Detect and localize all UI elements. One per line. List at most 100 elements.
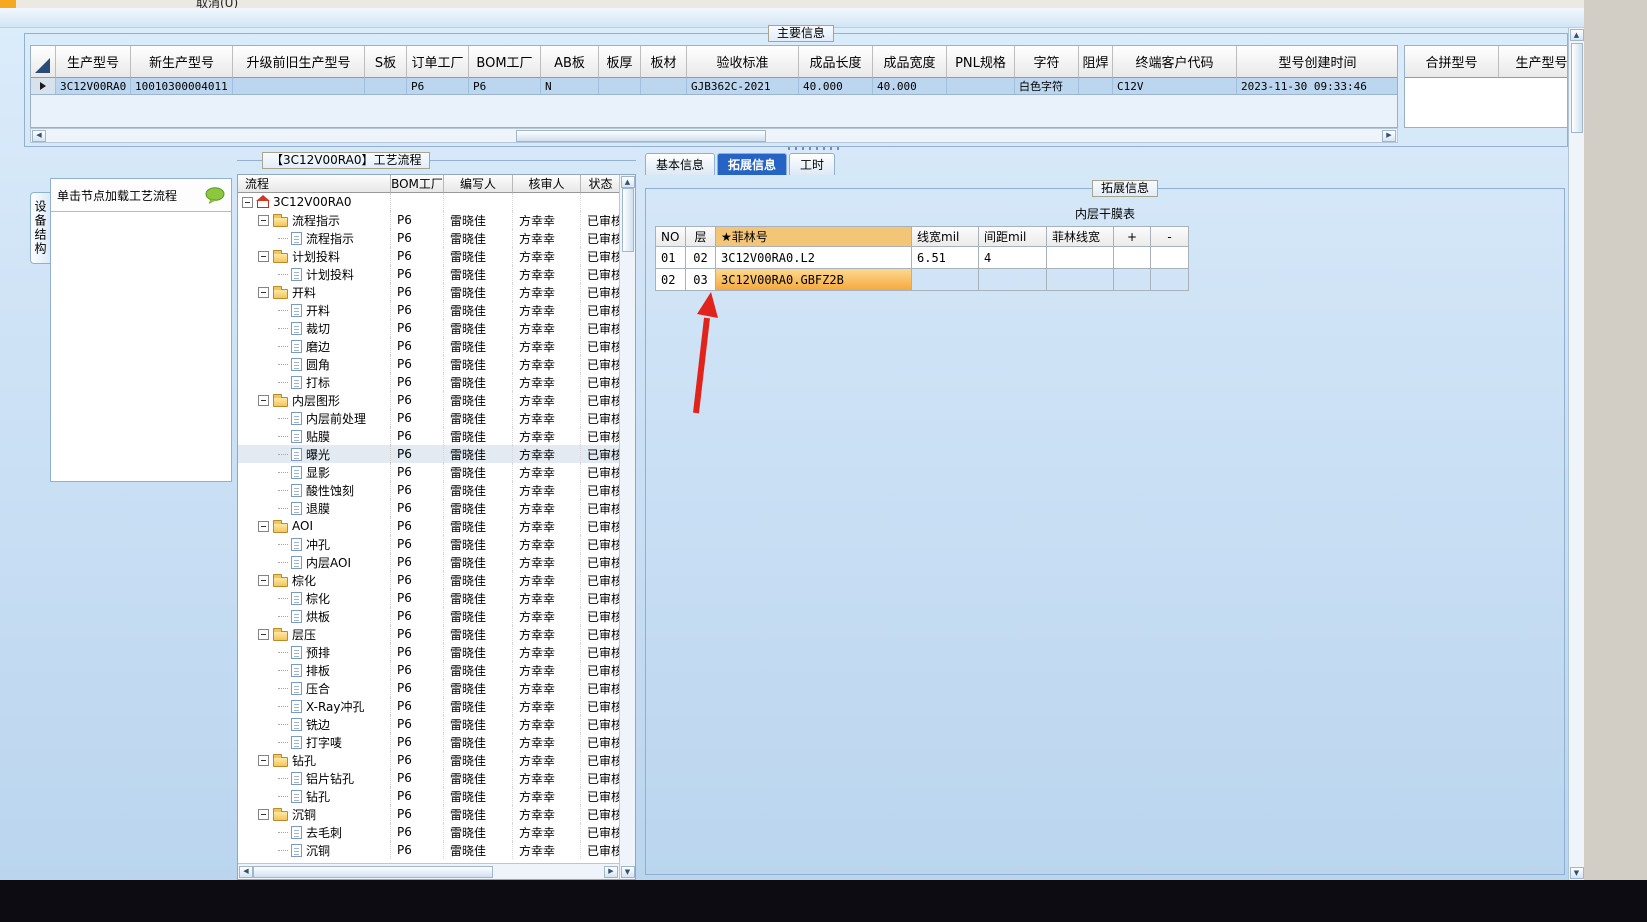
tree-node-leaf[interactable]: 显影 P6雷晓佳方幸幸已审核 (238, 463, 619, 481)
main-grid-col-header[interactable]: 型号创建时间 (1237, 46, 1397, 78)
tree-node-folder[interactable]: 计划投料 P6雷晓佳方幸幸已审核 (238, 247, 619, 265)
scroll-down-button[interactable] (1569, 867, 1584, 879)
side-grid-col-header[interactable]: 合拼型号 (1405, 46, 1499, 78)
main-grid-col-header[interactable]: 板材 (641, 46, 687, 78)
tree-node-leaf[interactable]: 钻孔 P6雷晓佳方幸幸已审核 (238, 787, 619, 805)
tree-node-leaf[interactable]: 打字唛 P6雷晓佳方幸幸已审核 (238, 733, 619, 751)
tree-node-folder[interactable]: 开料 P6雷晓佳方幸幸已审核 (238, 283, 619, 301)
tree-node-leaf[interactable]: 烘板 P6雷晓佳方幸幸已审核 (238, 607, 619, 625)
film-table-row[interactable]: 01 02 3C12V00RA0.L2 6.51 4 (656, 247, 1189, 269)
film-table-col-header[interactable]: NO (656, 227, 686, 247)
film-table-col-header[interactable]: ★菲林号 (716, 227, 912, 247)
main-grid-col-header[interactable]: 成品宽度 (873, 46, 947, 78)
main-grid-col-header[interactable]: S板 (365, 46, 407, 78)
tree-node-root[interactable]: 3C12V00RA0 (238, 193, 619, 211)
side-grid-col-header[interactable]: 生产型号 (1499, 46, 1567, 78)
collapse-icon[interactable] (258, 574, 269, 586)
film-table-row[interactable]: 02 03 3C12V00RA0.GBFZ2B (656, 269, 1189, 291)
scroll-up-button[interactable] (1569, 29, 1584, 41)
tree-node-leaf[interactable]: 铣边 P6雷晓佳方幸幸已审核 (238, 715, 619, 733)
main-grid-hscrollbar[interactable] (30, 128, 1398, 143)
collapse-icon[interactable] (258, 250, 269, 262)
tree-node-leaf[interactable]: 排板 P6雷晓佳方幸幸已审核 (238, 661, 619, 679)
tree-node-folder[interactable]: 层压 P6雷晓佳方幸幸已审核 (238, 625, 619, 643)
tab-equipment-structure[interactable]: 设备结构 (30, 192, 50, 264)
scroll-right-button[interactable] (1382, 129, 1396, 142)
tree-node-leaf[interactable]: 沉铜 P6雷晓佳方幸幸已审核 (238, 841, 619, 859)
main-grid-col-header[interactable]: 升级前旧生产型号 (233, 46, 365, 78)
tree-node-leaf[interactable]: 裁切 P6雷晓佳方幸幸已审核 (238, 319, 619, 337)
main-grid-col-header[interactable]: 验收标准 (687, 46, 799, 78)
tree-node-leaf[interactable]: 预排 P6雷晓佳方幸幸已审核 (238, 643, 619, 661)
main-grid-col-header[interactable]: AB板 (541, 46, 599, 78)
scroll-right-button[interactable] (604, 865, 618, 878)
film-table-col-header[interactable]: 间距mil (979, 227, 1047, 247)
tree-node-leaf[interactable]: 曝光 P6雷晓佳方幸幸已审核 (238, 445, 619, 463)
tree-col-header[interactable]: 编写人 (444, 175, 513, 193)
scroll-up-button[interactable] (620, 176, 635, 188)
film-table-col-header[interactable]: + (1114, 227, 1151, 247)
main-grid-col-header[interactable]: 阻焊 (1079, 46, 1113, 78)
tree-node-folder[interactable]: 沉铜 P6雷晓佳方幸幸已审核 (238, 805, 619, 823)
main-grid-col-header[interactable]: 终端客户代码 (1113, 46, 1237, 78)
collapse-icon[interactable] (258, 286, 269, 298)
menu-item-cancel[interactable]: 取消(U) (196, 0, 238, 8)
tree-node-leaf[interactable]: 压合 P6雷晓佳方幸幸已审核 (238, 679, 619, 697)
scroll-left-button[interactable] (239, 865, 253, 878)
tree-node-leaf[interactable]: 计划投料 P6雷晓佳方幸幸已审核 (238, 265, 619, 283)
film-table-col-header[interactable]: 线宽mil (912, 227, 979, 247)
tree-col-header[interactable]: 核审人 (513, 175, 581, 193)
main-grid-data-row[interactable]: 3C12V00RA0 10010300004011 P6 P6 N GJB362C-202… (31, 78, 1397, 95)
row-selector[interactable] (31, 78, 56, 94)
tree-node-leaf[interactable]: 酸性蚀刻 P6雷晓佳方幸幸已审核 (238, 481, 619, 499)
scroll-thumb[interactable] (1570, 43, 1583, 133)
main-grid-col-header[interactable]: BOM工厂 (469, 46, 541, 78)
select-all-corner[interactable] (31, 46, 56, 78)
collapse-icon[interactable] (258, 520, 269, 532)
tree-node-folder[interactable]: 内层图形 P6雷晓佳方幸幸已审核 (238, 391, 619, 409)
collapse-icon[interactable] (258, 754, 269, 766)
main-grid-col-header[interactable]: 订单工厂 (407, 46, 469, 78)
tree-node-leaf[interactable]: 内层AOI P6雷晓佳方幸幸已审核 (238, 553, 619, 571)
main-grid-col-header[interactable]: 生产型号 (56, 46, 131, 78)
tree-vscrollbar[interactable] (619, 175, 635, 879)
tree-node-leaf[interactable]: 流程指示 P6雷晓佳方幸幸已审核 (238, 229, 619, 247)
tree-node-leaf[interactable]: 去毛刺 P6雷晓佳方幸幸已审核 (238, 823, 619, 841)
scroll-left-button[interactable] (32, 129, 46, 142)
scroll-thumb[interactable] (621, 188, 634, 252)
main-grid-col-header[interactable]: 字符 (1015, 46, 1079, 78)
tree-node-leaf[interactable]: 棕化 P6雷晓佳方幸幸已审核 (238, 589, 619, 607)
scroll-thumb[interactable] (516, 129, 766, 142)
tree-node-leaf[interactable]: 退膜 P6雷晓佳方幸幸已审核 (238, 499, 619, 517)
scroll-thumb[interactable] (253, 865, 493, 878)
tree-node-folder[interactable]: 棕化 P6雷晓佳方幸幸已审核 (238, 571, 619, 589)
tree-node-leaf[interactable]: 圆角 P6雷晓佳方幸幸已审核 (238, 355, 619, 373)
tree-node-leaf[interactable]: 冲孔 P6雷晓佳方幸幸已审核 (238, 535, 619, 553)
tree-node-leaf[interactable]: 开料 P6雷晓佳方幸幸已审核 (238, 301, 619, 319)
tree-node-leaf[interactable]: X-Ray冲孔 P6雷晓佳方幸幸已审核 (238, 697, 619, 715)
tree-col-header[interactable]: BOM工厂 (391, 175, 444, 193)
tree-node-leaf[interactable]: 打标 P6雷晓佳方幸幸已审核 (238, 373, 619, 391)
collapse-icon[interactable] (258, 628, 269, 640)
collapse-icon[interactable] (258, 808, 269, 820)
collapse-icon[interactable] (242, 196, 253, 208)
film-table-col-header[interactable]: - (1151, 227, 1189, 247)
main-grid-col-header[interactable]: 新生产型号 (131, 46, 233, 78)
tree-node-leaf[interactable]: 内层前处理 P6雷晓佳方幸幸已审核 (238, 409, 619, 427)
film-table-col-header[interactable]: 层 (686, 227, 716, 247)
collapse-icon[interactable] (258, 214, 269, 226)
tree-hscrollbar[interactable] (238, 863, 619, 879)
window-vscrollbar[interactable] (1568, 28, 1584, 880)
tree-node-folder[interactable]: AOI P6雷晓佳方幸幸已审核 (238, 517, 619, 535)
tree-col-header[interactable]: 流程 (238, 175, 391, 193)
tree-col-header[interactable]: 状态 (581, 175, 619, 193)
tab-basic-info[interactable]: 基本信息 (645, 153, 716, 175)
scroll-down-button[interactable] (620, 866, 635, 878)
collapse-icon[interactable] (258, 394, 269, 406)
tree-node-leaf[interactable]: 铝片钻孔 P6雷晓佳方幸幸已审核 (238, 769, 619, 787)
tree-node-leaf[interactable]: 贴膜 P6雷晓佳方幸幸已审核 (238, 427, 619, 445)
main-grid-col-header[interactable]: PNL规格 (947, 46, 1015, 78)
film-table-col-header[interactable]: 菲林线宽 (1047, 227, 1114, 247)
tree-node-leaf[interactable]: 磨边 P6雷晓佳方幸幸已审核 (238, 337, 619, 355)
tree-node-folder[interactable]: 流程指示 P6雷晓佳方幸幸已审核 (238, 211, 619, 229)
